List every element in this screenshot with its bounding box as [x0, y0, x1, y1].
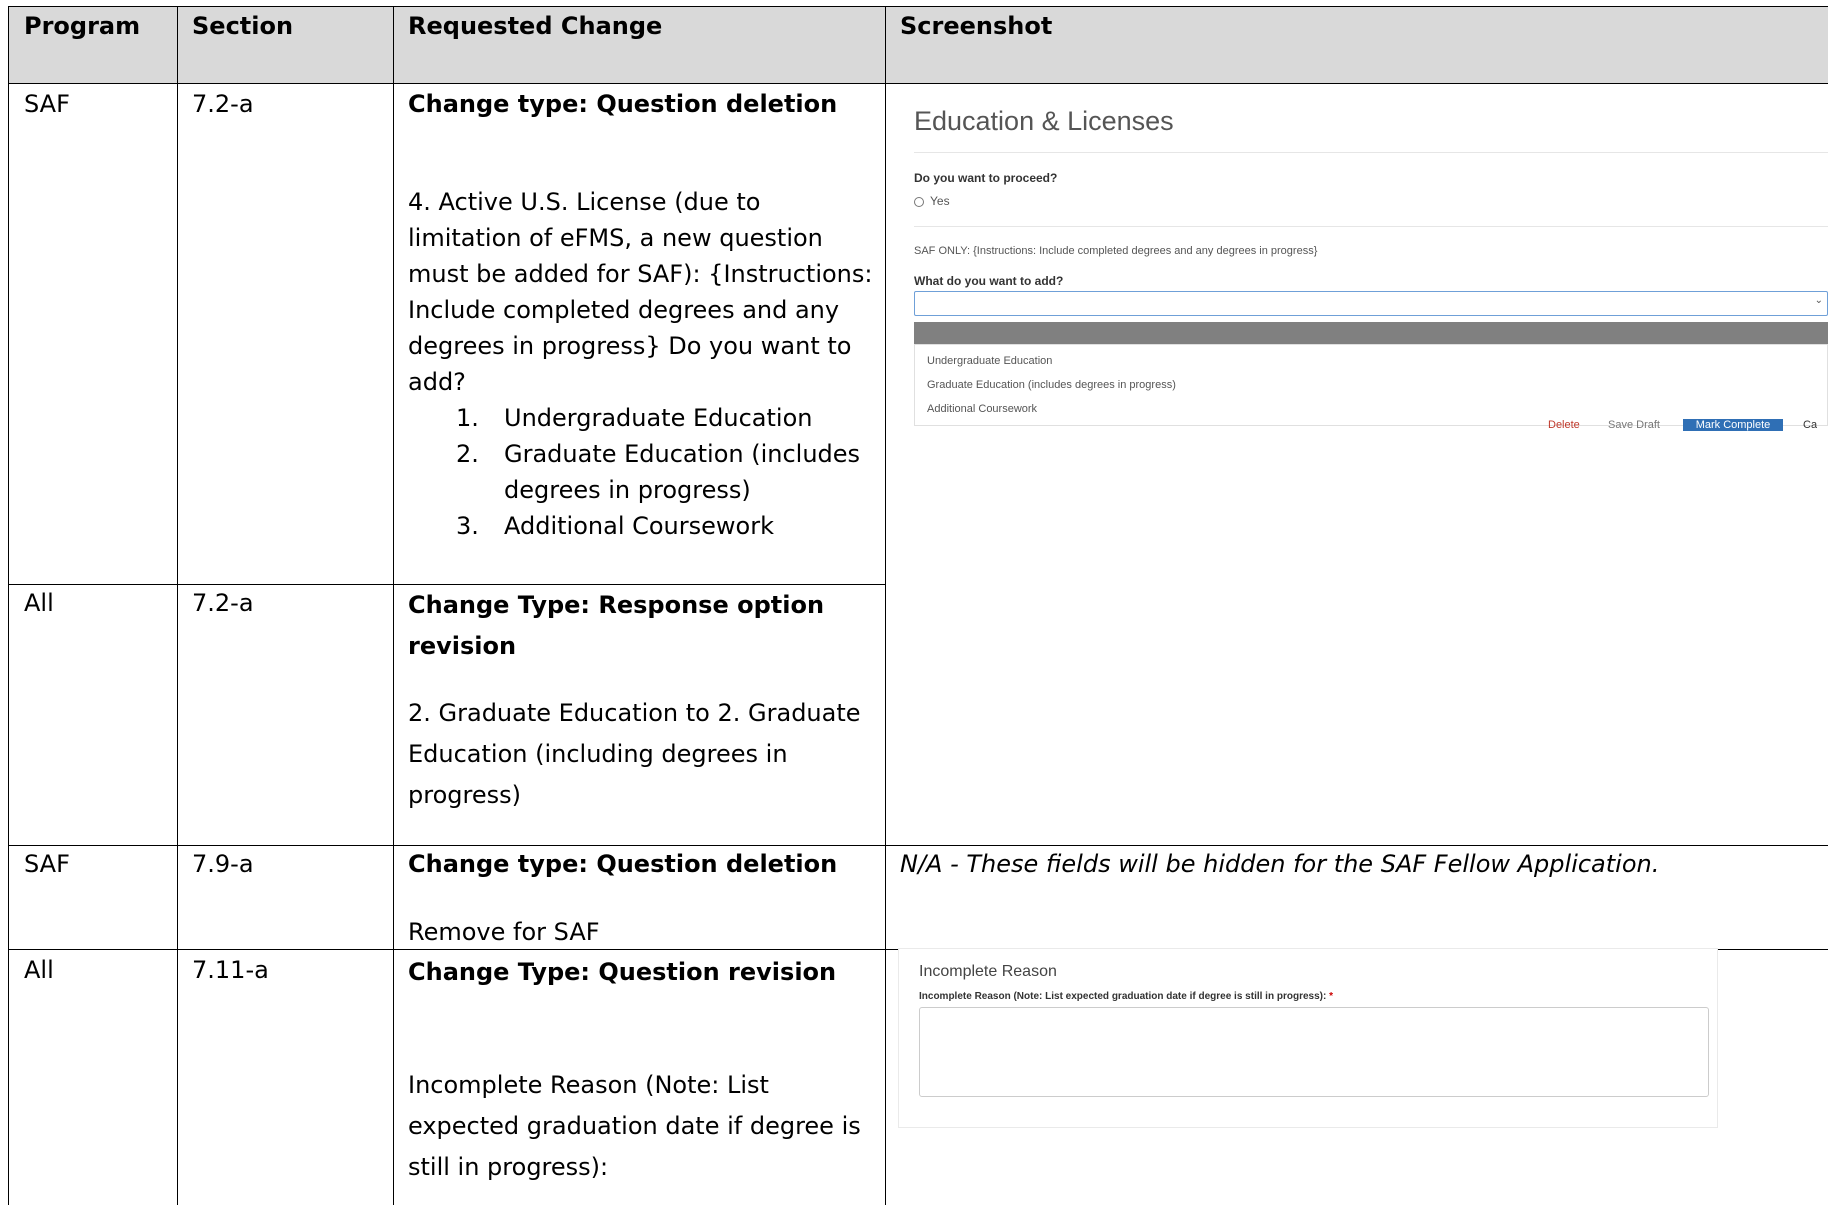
- header-section: Section: [192, 12, 294, 40]
- dropdown-highlighted-option[interactable]: [914, 322, 1828, 344]
- divider: [914, 226, 1828, 227]
- list-item: 3. Additional Coursework: [456, 512, 774, 540]
- col-divider-2: [393, 6, 394, 1205]
- row4-change-type: Change Type: Question revision: [408, 958, 837, 986]
- header-program: Program: [24, 12, 141, 40]
- header-screenshot: Screenshot: [900, 12, 1053, 40]
- delete-button[interactable]: Delete: [1548, 419, 1580, 431]
- dropdown-option-graduate[interactable]: Graduate Education (includes degrees in …: [927, 379, 1176, 391]
- row4-requested-change: Change Type: Question revision Incomplet…: [408, 952, 878, 1188]
- list-item: 1. Undergraduate Education: [456, 404, 813, 432]
- dropdown-option-coursework[interactable]: Additional Coursework: [927, 403, 1037, 415]
- row3-change-body: Remove for SAF: [408, 918, 600, 946]
- row1-change-type: Change type: Question deletion: [408, 90, 838, 118]
- divider: [914, 152, 1828, 153]
- yes-radio-option[interactable]: Yes: [914, 194, 950, 208]
- radio-icon[interactable]: [914, 196, 924, 207]
- table-border-left: [8, 6, 9, 1205]
- cancel-button[interactable]: Ca: [1803, 419, 1817, 431]
- row3-screenshot-note: N/A - These fields will be hidden for th…: [900, 850, 1660, 878]
- row1-program: SAF: [24, 90, 70, 118]
- row1-section: 7.2-a: [192, 90, 254, 118]
- list-item: 2. Graduate Education (includes degrees i…: [456, 440, 861, 504]
- row2-requested-change: Change Type: Response option revision 2.…: [408, 585, 878, 816]
- row3-requested-change: Change type: Question deletion Remove fo…: [408, 846, 878, 950]
- save-draft-button[interactable]: Save Draft: [1608, 419, 1660, 431]
- incomplete-reason-title: Incomplete Reason: [919, 963, 1057, 980]
- col-divider-3: [885, 6, 886, 1205]
- add-question-label: What do you want to add?: [914, 274, 1064, 288]
- row2-change-type: Change Type: Response option revision: [408, 591, 825, 660]
- row2-program: All: [24, 589, 54, 617]
- row1-option-list: 1. Undergraduate Education 2. Graduate Edu…: [408, 400, 878, 544]
- col-divider-1: [177, 6, 178, 1205]
- row3-section: 7.9-a: [192, 850, 254, 878]
- header-requested-change: Requested Change: [408, 12, 663, 40]
- row2-change-body: 2. Graduate Education to 2. Graduate Edu…: [408, 699, 861, 809]
- row4-section: 7.11-a: [192, 956, 269, 984]
- required-marker: *: [1329, 991, 1333, 1002]
- row1-change-body: 4. Active U.S. License (due to limitatio…: [408, 188, 873, 396]
- instructions-text: SAF ONLY: {Instructions: Include complet…: [914, 245, 1318, 257]
- row3-change-type: Change type: Question deletion: [408, 850, 838, 878]
- education-licenses-screenshot: Education & Licenses Do you want to proc…: [898, 86, 1828, 431]
- row3-program: SAF: [24, 850, 70, 878]
- section-title: Education & Licenses: [914, 106, 1174, 136]
- incomplete-reason-label: Incomplete Reason (Note: List expected g…: [919, 991, 1333, 1002]
- row2-section: 7.2-a: [192, 589, 254, 617]
- header-bottom-border: [8, 83, 1828, 84]
- incomplete-reason-screenshot: Incomplete Reason Incomplete Reason (Not…: [898, 948, 1718, 1128]
- mark-complete-button[interactable]: Mark Complete: [1683, 419, 1783, 431]
- proceed-question-label: Do you want to proceed?: [914, 171, 1058, 185]
- table-border-top: [8, 6, 1828, 7]
- change-request-table: Program Section Requested Change Screens…: [0, 0, 1828, 1205]
- chevron-down-icon: ⌄: [1814, 295, 1823, 306]
- dropdown-option-undergraduate[interactable]: Undergraduate Education: [927, 355, 1052, 367]
- dropdown-options-list: Undergraduate Education Graduate Educati…: [914, 344, 1828, 426]
- incomplete-reason-textarea[interactable]: [919, 1007, 1709, 1097]
- row1-requested-change: Change type: Question deletion 4. Active…: [408, 86, 878, 544]
- row4-program: All: [24, 956, 54, 984]
- add-type-select[interactable]: ⌄: [914, 291, 1828, 316]
- row4-change-body: Incomplete Reason (Note: List expected g…: [408, 1071, 861, 1181]
